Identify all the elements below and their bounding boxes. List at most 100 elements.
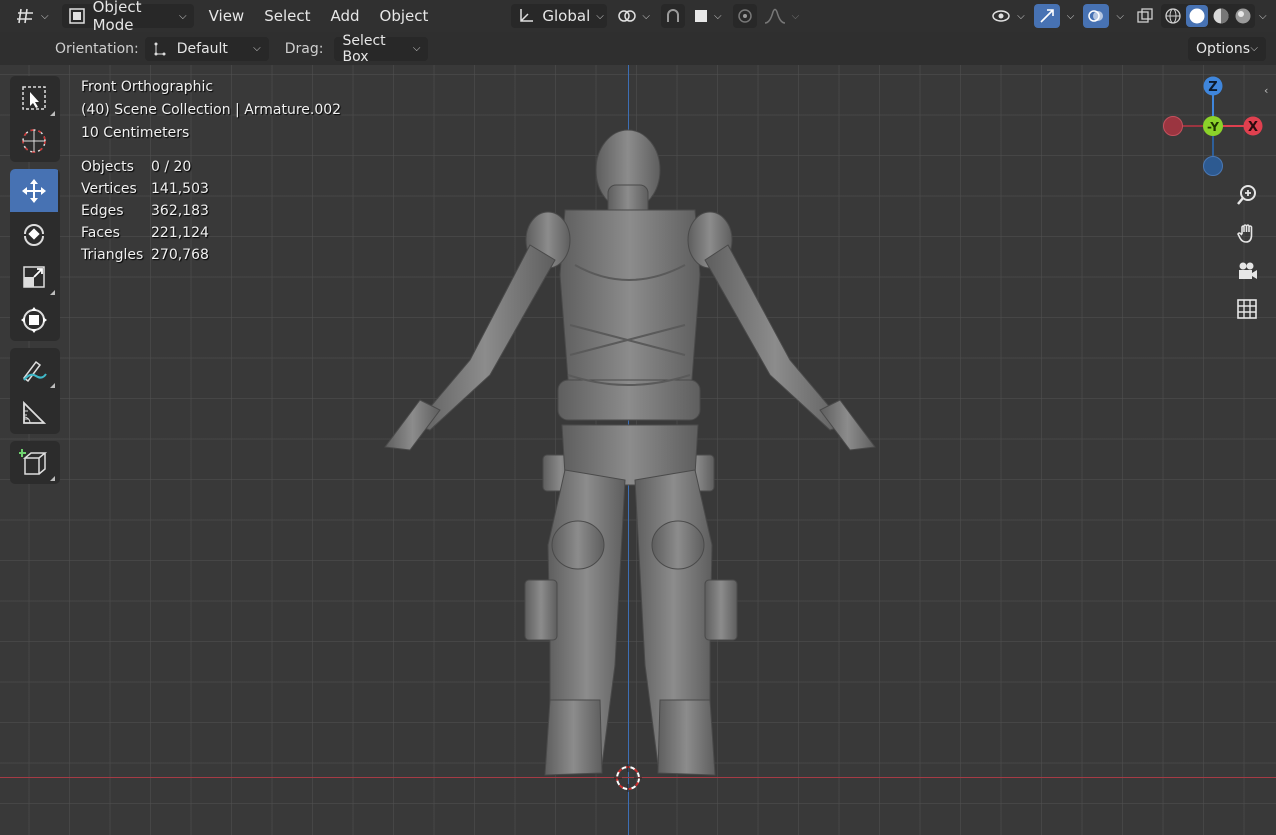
ortho-toggle-button[interactable] <box>1232 294 1262 324</box>
stat-value: 0 / 20 <box>151 159 192 175</box>
toolbar-group-select <box>10 76 60 162</box>
tool-settings-bar: Orientation: Default ⌵ Drag: Select Box … <box>0 32 1276 65</box>
falloff-icon <box>764 8 786 24</box>
gizmo-toggle[interactable]: ⌵ <box>1033 4 1082 28</box>
material-icon[interactable] <box>1212 7 1230 25</box>
chevron-down-icon: ⌵ <box>596 10 604 22</box>
falloff-dropdown[interactable]: ⌵ <box>757 4 807 28</box>
orientation-default-icon <box>153 41 167 57</box>
stat-row: Edges 362,183 <box>81 200 209 222</box>
chevron-down-icon: ⌵ <box>642 10 650 22</box>
transform-orientation-dropdown[interactable]: Global ⌵ <box>511 4 608 28</box>
pan-button[interactable] <box>1232 218 1262 248</box>
gizmo-icon <box>1033 4 1060 28</box>
3d-cursor-icon[interactable] <box>614 764 642 792</box>
chevron-down-icon: ⌵ <box>412 43 421 54</box>
scene-statistics: Objects 0 / 20 Vertices 141,503 Edges 362,1… <box>81 156 209 266</box>
chevron-down-icon: ⌵ <box>713 10 722 22</box>
stat-value: 270,768 <box>151 247 209 263</box>
snap-target-icon <box>694 9 708 23</box>
camera-view-button[interactable] <box>1232 256 1262 286</box>
chevron-down-icon: ⌵ <box>253 43 261 54</box>
sidebar-toggle[interactable]: ‹ <box>1264 84 1274 98</box>
menu-select[interactable]: Select <box>257 4 317 28</box>
rotate-tool[interactable] <box>10 212 58 255</box>
chevron-down-icon: ⌵ <box>1017 10 1025 22</box>
scale-icon <box>21 264 47 290</box>
measure-icon <box>20 399 48 427</box>
solid-icon[interactable] <box>1185 5 1208 27</box>
stat-row: Faces 221,124 <box>81 222 209 244</box>
menu-view[interactable]: View <box>202 4 252 28</box>
gizmo-z[interactable]: Z <box>1203 76 1223 96</box>
mode-selector[interactable]: Object Mode ⌵ <box>61 0 194 34</box>
stat-row: Objects 0 / 20 <box>81 156 209 178</box>
navigation-gizmo[interactable]: Z X -Y <box>1160 74 1266 180</box>
rendered-icon[interactable] <box>1234 7 1252 25</box>
overlays-toggle[interactable]: ⌵ <box>1083 4 1131 28</box>
scale-tool[interactable] <box>10 255 58 298</box>
wireframe-icon[interactable] <box>1164 7 1182 25</box>
chevron-down-icon: ⌵ <box>1250 43 1258 54</box>
zoom-button[interactable] <box>1232 180 1262 210</box>
stat-value: 141,503 <box>151 181 209 197</box>
shading-options-dropdown[interactable]: ⌵ <box>1255 4 1271 28</box>
stat-label: Vertices <box>81 181 137 197</box>
viewport-info: Front Orthographic (40) Scene Collection… <box>81 76 341 145</box>
toolbar-group-transform <box>10 169 60 341</box>
annotate-tool[interactable] <box>10 348 58 391</box>
drag-setting-label: Drag: <box>284 40 324 57</box>
stat-value: 221,124 <box>151 225 209 241</box>
gizmo-neg-y[interactable]: -Y <box>1203 116 1223 136</box>
drag-dropdown[interactable]: Select Box ⌵ <box>334 33 429 65</box>
xray-toggle[interactable] <box>1133 4 1157 28</box>
stat-row: Triangles 270,768 <box>81 244 209 266</box>
orientation-value: Default <box>176 40 228 57</box>
chevron-down-icon: ⌵ <box>791 10 800 22</box>
cursor-tool[interactable] <box>10 119 58 162</box>
gizmo-x[interactable]: X <box>1243 116 1263 136</box>
editor-type-button[interactable]: ⌵ <box>10 4 56 28</box>
chevron-down-icon: ⌵ <box>1116 10 1124 22</box>
gizmo-x-label: X <box>1248 120 1258 135</box>
object-mode-icon <box>68 8 85 24</box>
viewport-header: ⌵ Object Mode ⌵ View Select Add Object G… <box>0 0 1276 34</box>
visibility-dropdown[interactable]: ⌵ <box>984 4 1032 28</box>
drag-value: Select Box <box>342 32 386 65</box>
ortho-grid-icon <box>1236 298 1258 320</box>
snap-toggle[interactable] <box>660 4 685 28</box>
stat-label: Triangles <box>81 247 144 263</box>
toolbar-group-add <box>10 441 60 484</box>
proportional-edit-icon <box>737 8 753 24</box>
menu-add[interactable]: Add <box>323 4 366 28</box>
cursor-icon <box>20 127 48 155</box>
orientation-dropdown[interactable]: Default ⌵ <box>144 36 269 61</box>
axis-grid-icon <box>17 8 35 24</box>
stat-label: Faces <box>81 225 120 241</box>
select-box-tool[interactable] <box>10 76 58 119</box>
gizmo-z-label: Z <box>1208 80 1217 95</box>
stat-label: Objects <box>81 159 134 175</box>
gizmo-neg-z[interactable] <box>1203 156 1223 176</box>
add-cube-tool[interactable] <box>10 441 58 484</box>
stat-value: 362,183 <box>151 203 209 219</box>
menu-object[interactable]: Object <box>373 4 436 28</box>
visibility-icon <box>991 8 1011 24</box>
pan-hand-icon <box>1236 222 1258 244</box>
options-dropdown[interactable]: Options ⌵ <box>1188 36 1266 61</box>
shading-mode-group <box>1160 4 1255 28</box>
snap-target-dropdown[interactable]: ⌵ <box>687 4 729 28</box>
transform-tool[interactable] <box>10 298 58 341</box>
stat-label: Edges <box>81 203 124 219</box>
move-tool[interactable] <box>10 169 58 212</box>
gizmo-neg-x[interactable] <box>1163 116 1183 136</box>
proportional-edit-toggle[interactable] <box>732 4 757 28</box>
character-model[interactable] <box>380 125 880 785</box>
orientation-axis-icon <box>518 8 534 24</box>
pivot-point-dropdown[interactable]: ⌵ <box>611 4 657 28</box>
measure-tool[interactable] <box>10 391 58 434</box>
view-name: Front Orthographic <box>81 79 214 95</box>
camera-icon <box>1236 260 1258 282</box>
annotate-icon <box>20 356 48 384</box>
mode-label: Object Mode <box>92 0 142 34</box>
